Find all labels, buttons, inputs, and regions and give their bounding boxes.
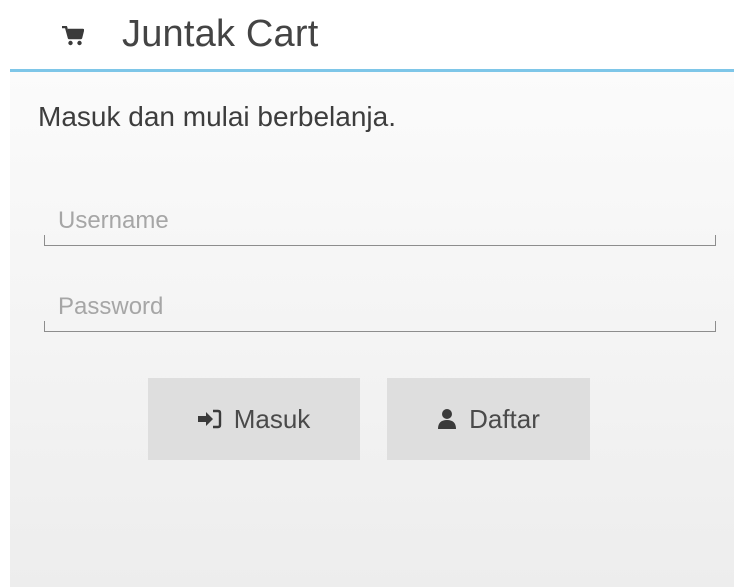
shopping-cart-icon bbox=[62, 25, 85, 46]
username-input[interactable] bbox=[44, 200, 716, 242]
user-icon bbox=[437, 408, 457, 430]
username-field bbox=[44, 200, 716, 246]
login-button-label: Masuk bbox=[233, 403, 311, 434]
brand-title: Juntak Cart bbox=[122, 13, 319, 55]
register-button[interactable]: Daftar bbox=[387, 378, 590, 460]
login-subtitle: Masuk dan mulai berbelanja. bbox=[38, 101, 396, 132]
page-header: Juntak Cart bbox=[10, 0, 734, 72]
login-button[interactable]: Masuk bbox=[148, 378, 360, 460]
password-input[interactable] bbox=[44, 286, 716, 328]
register-button-label: Daftar bbox=[469, 403, 540, 434]
login-panel: Masuk dan mulai berbelanja. Masuk Daftar bbox=[10, 72, 734, 587]
password-field bbox=[44, 286, 716, 332]
sign-in-icon bbox=[197, 409, 222, 429]
